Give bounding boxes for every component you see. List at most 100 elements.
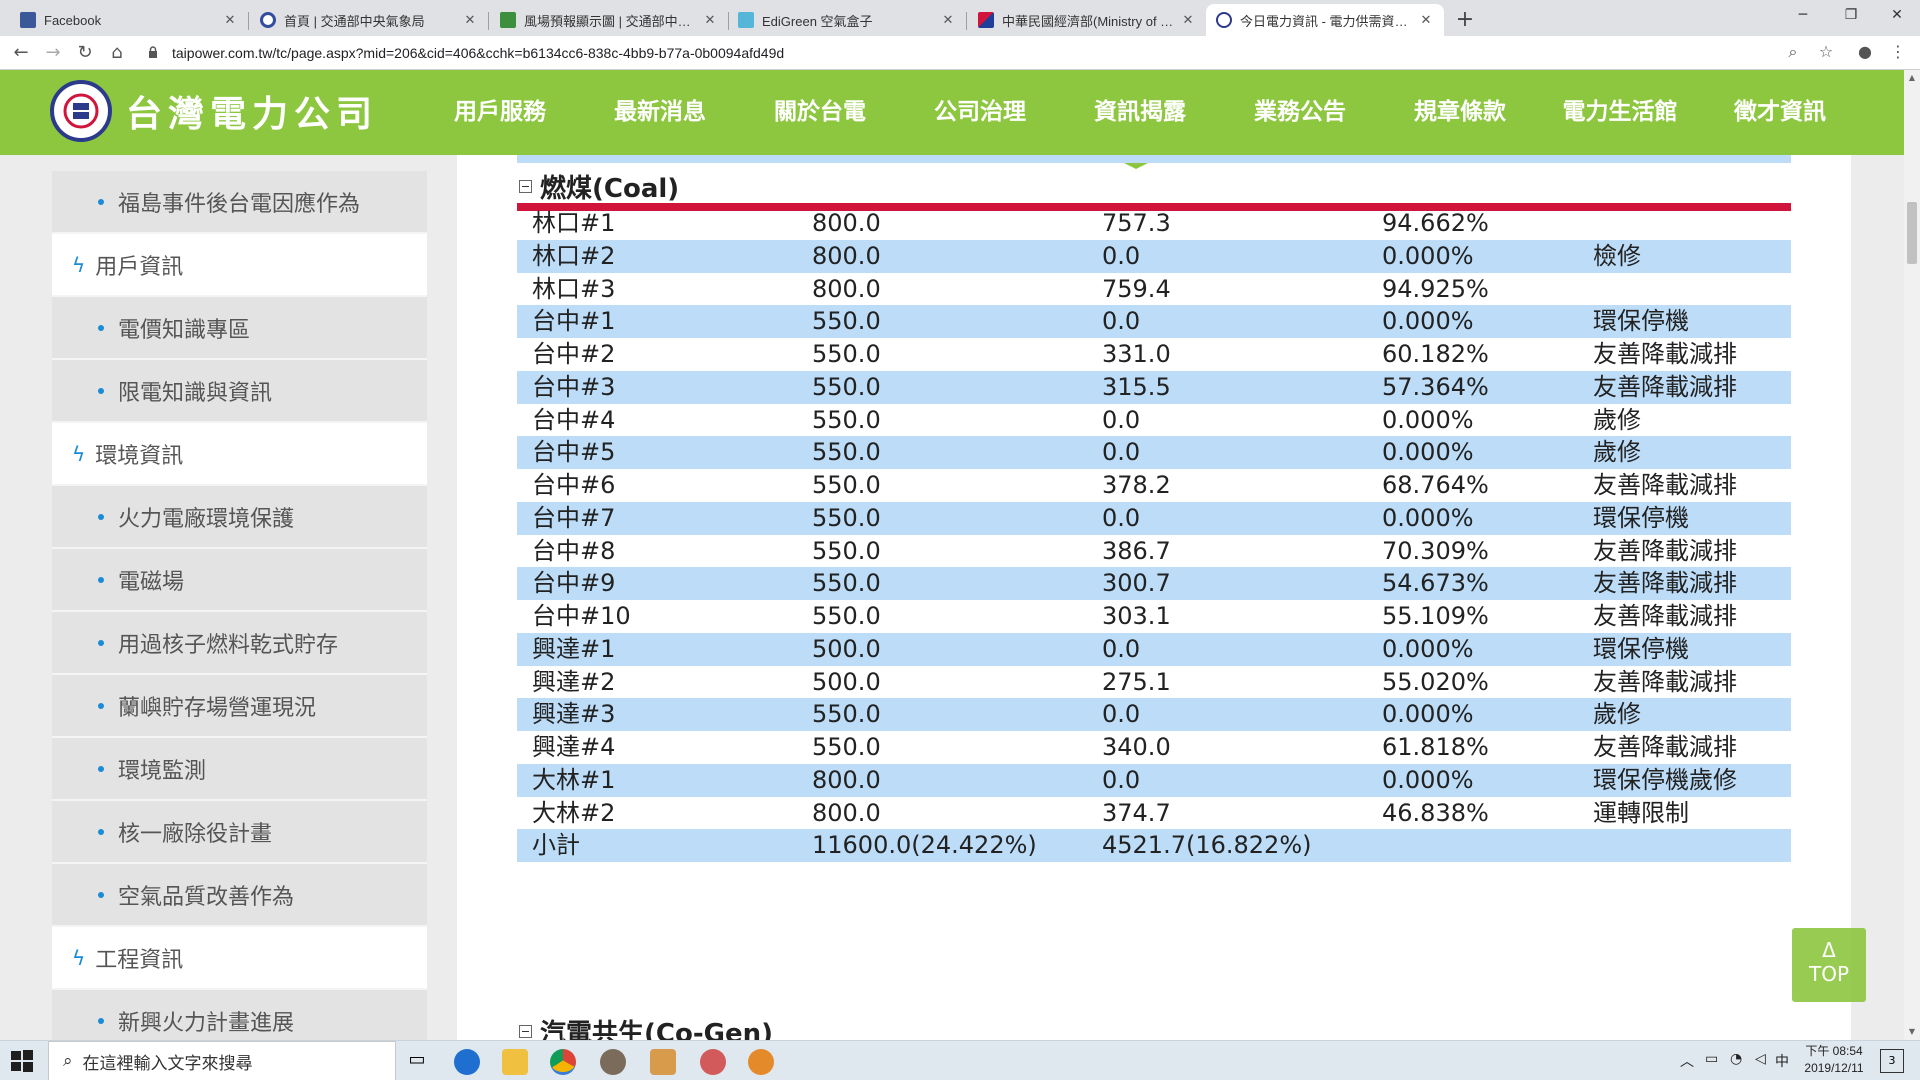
bullet-icon bbox=[98, 576, 104, 583]
nav-item-power-life[interactable]: 電力生活館 bbox=[1540, 70, 1700, 155]
app-icon-4[interactable] bbox=[748, 1049, 774, 1075]
url-field[interactable]: taipower.com.tw/tc/page.aspx?mid=206&cid… bbox=[172, 43, 784, 63]
sidebar-category-customer-info[interactable]: ϟ 用戶資訊 bbox=[52, 234, 427, 295]
back-arrow-icon[interactable]: ← bbox=[8, 41, 34, 65]
browser-tab-cwb-home[interactable]: 首頁 | 交通部中央氣象局 ✕ bbox=[250, 4, 488, 36]
output-ratio-cell: 0.000% bbox=[1382, 405, 1474, 434]
close-tab-icon[interactable]: ✕ bbox=[1180, 12, 1196, 28]
sidebar-item-label: 用過核子燃料乾式貯存 bbox=[118, 632, 339, 658]
browser-tab-taipower[interactable]: 今日電力資訊 - 電力供需資訊 - 台 ✕ bbox=[1206, 4, 1444, 36]
forward-arrow-icon[interactable]: → bbox=[40, 41, 66, 65]
edge-icon[interactable] bbox=[454, 1049, 480, 1075]
sidebar-item-power-rationing[interactable]: 限電知識與資訊 bbox=[52, 360, 427, 421]
remark-cell: 友善降載減排 bbox=[1593, 372, 1737, 401]
scroll-down-arrow-icon[interactable]: ▼ bbox=[1904, 1024, 1920, 1040]
menu-kebab-icon[interactable]: ⋮ bbox=[1886, 42, 1910, 64]
windows-start-icon[interactable] bbox=[10, 1049, 34, 1073]
sidebar-item-fukushima-response[interactable]: 福島事件後台電因應作為 bbox=[52, 171, 427, 232]
system-clock[interactable]: 下午 08:54 2019/12/11 bbox=[1794, 1043, 1874, 1077]
profile-icon[interactable]: ● bbox=[1853, 42, 1877, 64]
up-arrow-icon: Δ bbox=[1822, 938, 1836, 962]
app-icon-3[interactable] bbox=[700, 1049, 726, 1075]
file-explorer-icon[interactable] bbox=[502, 1049, 528, 1075]
nav-item-disclosure[interactable]: 資訊揭露 bbox=[1060, 70, 1220, 155]
sidebar-item-air-quality[interactable]: 空氣品質改善作為 bbox=[52, 864, 427, 925]
new-tab-button[interactable]: + bbox=[1451, 6, 1479, 34]
close-tab-icon[interactable]: ✕ bbox=[462, 12, 478, 28]
unit-name-cell: 興達#2 bbox=[532, 667, 616, 696]
nav-item-regulations[interactable]: 規章條款 bbox=[1380, 70, 1540, 155]
ime-indicator[interactable]: 中 bbox=[1775, 1051, 1789, 1071]
sidebar-item-env-monitoring[interactable]: 環境監測 bbox=[52, 738, 427, 799]
reload-icon[interactable]: ↻ bbox=[72, 41, 98, 65]
tray-chevron-icon[interactable]: ︿ bbox=[1680, 1051, 1694, 1071]
nav-item-recruitment[interactable]: 徵才資訊 bbox=[1700, 70, 1860, 155]
capacity-cell: 500.0 bbox=[812, 634, 881, 663]
collapse-toggle-icon[interactable] bbox=[519, 1024, 532, 1038]
close-tab-icon[interactable]: ✕ bbox=[1418, 12, 1434, 28]
nav-item-governance[interactable]: 公司治理 bbox=[900, 70, 1060, 155]
browser-tab-wind-map[interactable]: 風場預報顯示圖 | 交通部中央氣 ✕ bbox=[490, 4, 728, 36]
home-icon[interactable]: ⌂ bbox=[104, 41, 130, 65]
output-ratio-cell: 61.818% bbox=[1382, 733, 1489, 761]
sidebar-item-decommissioning[interactable]: 核一廠除役計畫 bbox=[52, 801, 427, 862]
task-view-icon[interactable]: ▭ bbox=[404, 1049, 430, 1075]
sidebar-item-new-thermal-projects[interactable]: 新興火力計畫進展 bbox=[52, 990, 427, 1040]
lock-icon[interactable] bbox=[148, 46, 158, 59]
capacity-cell: 800.0 bbox=[812, 765, 881, 794]
battery-icon[interactable]: ▭ bbox=[1705, 1051, 1718, 1067]
search-icon: ⌕ bbox=[63, 1051, 73, 1071]
remark-cell: 歲修 bbox=[1593, 438, 1641, 467]
back-to-top-button[interactable]: Δ TOP bbox=[1792, 928, 1866, 1002]
page-scrollbar[interactable]: ▲ ▼ bbox=[1904, 70, 1920, 1040]
sidebar-item-dry-storage[interactable]: 用過核子燃料乾式貯存 bbox=[52, 612, 427, 673]
browser-tab-edigreen[interactable]: EdiGreen 空氣盒子 ✕ bbox=[728, 4, 966, 36]
sidebar-item-tariff-knowledge[interactable]: 電價知識專區 bbox=[52, 297, 427, 358]
close-tab-icon[interactable]: ✕ bbox=[702, 12, 718, 28]
wifi-icon[interactable]: ◔ bbox=[1730, 1051, 1742, 1067]
sidebar-item-label: 電磁場 bbox=[118, 569, 185, 595]
app-icon-2[interactable] bbox=[650, 1049, 676, 1075]
zoom-icon[interactable]: ⌕ bbox=[1781, 42, 1805, 64]
browser-tab-moea[interactable]: 中華民國經濟部(Ministry of Eco ✕ bbox=[968, 4, 1206, 36]
chrome-icon[interactable] bbox=[550, 1049, 576, 1075]
output-ratio-cell: 70.309% bbox=[1382, 536, 1489, 565]
capacity-cell: 550.0 bbox=[812, 405, 881, 434]
nav-item-customer-service[interactable]: 用戶服務 bbox=[420, 70, 580, 155]
app-icon-1[interactable] bbox=[600, 1049, 626, 1075]
nav-item-announcements[interactable]: 業務公告 bbox=[1220, 70, 1380, 155]
notification-center-icon[interactable]: 3 bbox=[1880, 1049, 1904, 1073]
output-ratio-cell: 46.838% bbox=[1382, 798, 1489, 827]
map-icon bbox=[500, 12, 516, 28]
close-tab-icon[interactable]: ✕ bbox=[940, 12, 956, 28]
section-header-coal[interactable]: 燃煤(Coal) bbox=[517, 166, 679, 206]
close-tab-icon[interactable]: ✕ bbox=[222, 12, 238, 28]
sidebar-category-engineering[interactable]: ϟ 工程資訊 bbox=[52, 927, 427, 988]
sidebar-item-emf[interactable]: 電磁場 bbox=[52, 549, 427, 610]
sidebar-item-thermal-plant-env[interactable]: 火力電廠環境保護 bbox=[52, 486, 427, 547]
sidebar-item-lanyu-storage[interactable]: 蘭嶼貯存場營運現況 bbox=[52, 675, 427, 736]
top-label: TOP bbox=[1808, 962, 1850, 986]
tab-title: EdiGreen 空氣盒子 bbox=[762, 13, 873, 29]
table-row: 台中#2 550.0 331.0 60.182% 友善降載減排 bbox=[517, 338, 1791, 371]
taskbar-search-box[interactable]: ⌕ 在這裡輸入文字來搜尋 bbox=[48, 1041, 396, 1080]
scrollbar-thumb[interactable] bbox=[1907, 202, 1917, 264]
table-row: 興達#2 500.0 275.1 55.020% 友善降載減排 bbox=[517, 666, 1791, 699]
volume-icon[interactable]: ◁ bbox=[1755, 1051, 1766, 1067]
sidebar-category-environment[interactable]: ϟ 環境資訊 bbox=[52, 423, 427, 484]
browser-tab-facebook[interactable]: Facebook ✕ bbox=[10, 4, 248, 36]
collapse-toggle-icon[interactable] bbox=[519, 179, 532, 193]
maximize-button[interactable]: ❐ bbox=[1828, 0, 1874, 30]
nav-item-about[interactable]: 關於台電 bbox=[740, 70, 900, 155]
output-ratio-cell: 94.662% bbox=[1382, 209, 1489, 237]
tab-title: 今日電力資訊 - 電力供需資訊 - 台 bbox=[1240, 13, 1418, 29]
scroll-up-arrow-icon[interactable]: ▲ bbox=[1904, 70, 1920, 86]
site-logo[interactable]: 台灣電力公司 bbox=[50, 80, 378, 142]
table-row: 興達#4 550.0 340.0 61.818% 友善降載減排 bbox=[517, 731, 1791, 764]
bookmark-star-icon[interactable]: ☆ bbox=[1814, 42, 1838, 64]
nav-item-latest-news[interactable]: 最新消息 bbox=[580, 70, 740, 155]
close-window-button[interactable]: ✕ bbox=[1874, 0, 1920, 30]
minimize-button[interactable]: ─ bbox=[1780, 0, 1826, 30]
net-output-cell: 374.7 bbox=[1102, 798, 1171, 827]
table-row: 台中#6 550.0 378.2 68.764% 友善降載減排 bbox=[517, 469, 1791, 502]
